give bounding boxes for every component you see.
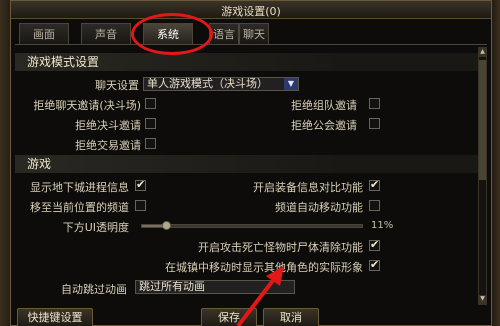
annotation-arrow-icon [236,266,284,326]
